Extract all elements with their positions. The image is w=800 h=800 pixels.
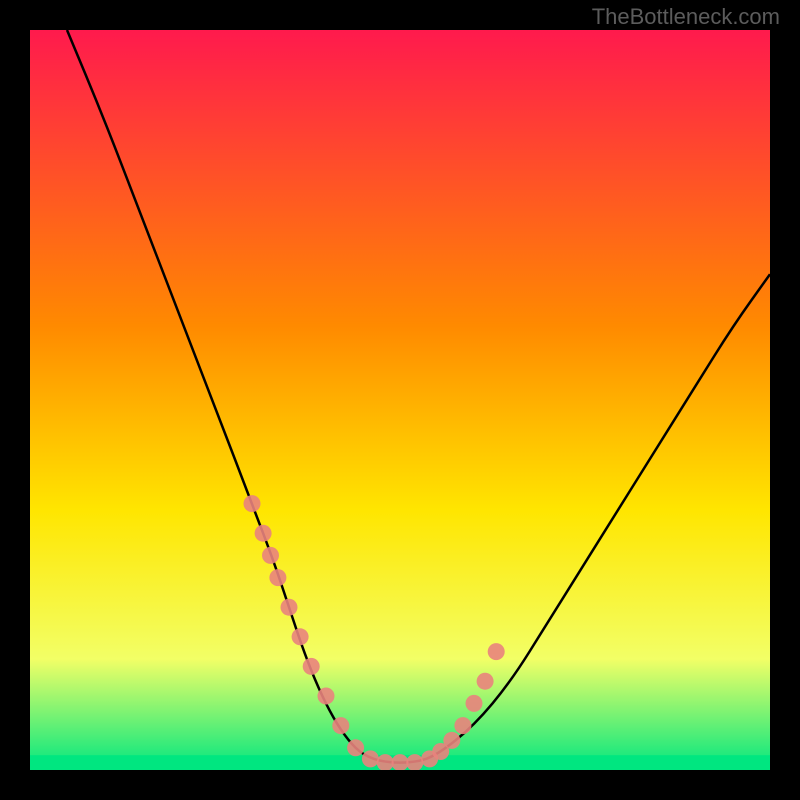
marker-dot (269, 569, 286, 586)
marker-dot (477, 673, 494, 690)
marker-dot (443, 732, 460, 749)
marker-dot (244, 495, 261, 512)
marker-dot (292, 628, 309, 645)
chart-svg (30, 30, 770, 770)
marker-dot (488, 643, 505, 660)
chart-frame: TheBottleneck.com (0, 0, 800, 800)
marker-dot (466, 695, 483, 712)
marker-dot (255, 525, 272, 542)
marker-dot (347, 739, 364, 756)
marker-dot (454, 717, 471, 734)
watermark-text: TheBottleneck.com (592, 4, 780, 30)
marker-dot (362, 750, 379, 767)
plot-area (30, 30, 770, 770)
marker-dot (318, 688, 335, 705)
marker-dot (262, 547, 279, 564)
marker-dot (303, 658, 320, 675)
marker-dot (281, 599, 298, 616)
marker-dot (332, 717, 349, 734)
gradient-bg (30, 30, 770, 770)
